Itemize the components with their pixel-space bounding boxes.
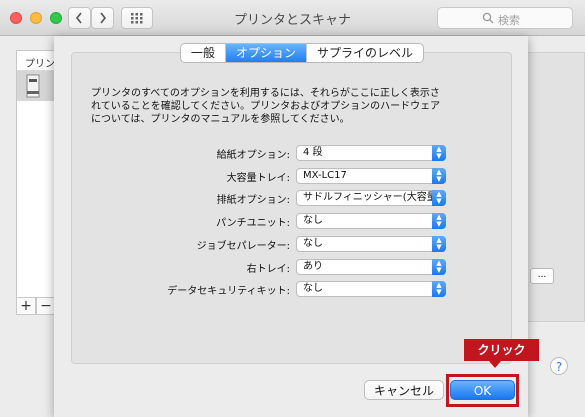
option-label: 給紙オプション: <box>216 150 290 161</box>
option-label: 大容量トレイ: <box>226 173 290 184</box>
option-value: サドルフィニッシャー(大容量) <box>303 192 441 203</box>
search-icon <box>482 12 494 24</box>
option-select[interactable]: なし ▲ ▼ <box>296 213 446 229</box>
updown-arrows-icon: ▲ ▼ <box>432 145 446 161</box>
option-label: 排紙オプション: <box>216 195 290 206</box>
option-select[interactable]: 4 段 ▲ ▼ <box>296 145 446 161</box>
option-label: ジョブセパレーター: <box>196 241 290 252</box>
add-printer-button[interactable]: + <box>16 297 36 315</box>
option-label: データセキュリティキット: <box>167 286 290 297</box>
option-select[interactable]: あり ▲ ▼ <box>296 259 446 275</box>
options-sheet: プリンタのすべてのオプションを利用するには、それらがここに正しく表示されているこ… <box>54 36 528 417</box>
tab-bar: 一般 オプション サプライのレベル <box>180 43 425 63</box>
title-bar: プリンタとスキャナ 検索 <box>0 0 585 36</box>
printer-list-heading: プリン <box>17 51 55 71</box>
tab-supply-levels[interactable]: サプライのレベル <box>307 44 423 62</box>
updown-arrows-icon: ▲ ▼ <box>432 259 446 275</box>
updown-arrows-icon: ▲ ▼ <box>432 281 446 297</box>
updown-arrows-icon: ▲ ▼ <box>432 236 446 252</box>
help-icon[interactable]: ? <box>550 357 568 375</box>
option-select[interactable]: MX-LC17 ▲ ▼ <box>296 168 446 184</box>
option-label: パンチユニット: <box>216 218 290 229</box>
option-label: 右トレイ: <box>246 264 290 275</box>
option-value: あり <box>303 261 323 272</box>
updown-arrows-icon: ▲ ▼ <box>432 168 446 184</box>
printer-icon <box>26 74 40 98</box>
background-button[interactable]: ... <box>530 268 554 284</box>
search-field[interactable]: 検索 <box>437 7 573 29</box>
option-select[interactable]: サドルフィニッシャー(大容量) ▲ ▼ <box>296 190 446 206</box>
click-callout: クリック <box>464 339 539 361</box>
search-placeholder: 検索 <box>498 14 520 27</box>
option-select[interactable]: なし ▲ ▼ <box>296 236 446 252</box>
option-value: なし <box>303 283 323 294</box>
option-value: なし <box>303 238 323 249</box>
remove-printer-button[interactable]: − <box>36 297 56 315</box>
background-panel: ... <box>527 52 585 322</box>
options-box: プリンタのすべてのオプションを利用するには、それらがここに正しく表示されているこ… <box>71 52 512 364</box>
option-value: なし <box>303 215 323 226</box>
option-value: MX-LC17 <box>303 170 347 181</box>
option-select[interactable]: なし ▲ ▼ <box>296 281 446 297</box>
tab-general[interactable]: 一般 <box>181 44 227 62</box>
options-description: プリンタのすべてのオプションを利用するには、それらがここに正しく表示されているこ… <box>91 88 441 125</box>
cancel-button[interactable]: キャンセル <box>364 380 444 400</box>
printer-list-item[interactable] <box>17 71 55 101</box>
ok-highlight-frame <box>446 374 519 407</box>
printer-list[interactable]: プリン <box>16 50 56 315</box>
tab-options[interactable]: オプション <box>226 44 308 62</box>
updown-arrows-icon: ▲ ▼ <box>432 190 446 206</box>
updown-arrows-icon: ▲ ▼ <box>432 213 446 229</box>
option-value: 4 段 <box>303 147 323 158</box>
callout-pointer <box>489 361 501 368</box>
